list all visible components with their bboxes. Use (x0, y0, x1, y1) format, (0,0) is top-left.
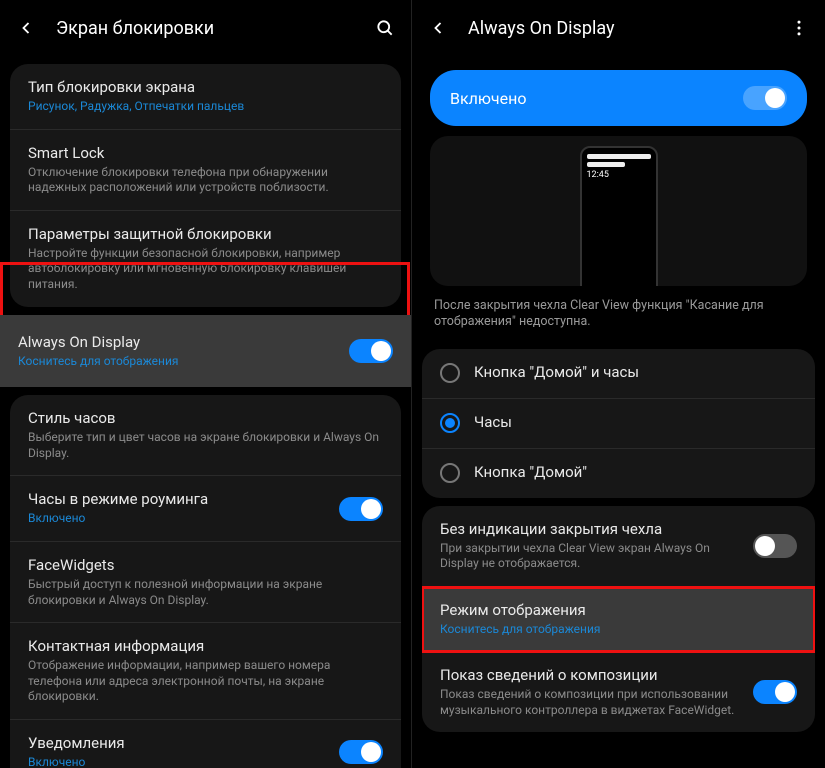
title: Режим отображения (440, 601, 797, 619)
subtitle: Включено (28, 755, 325, 768)
subtitle: Выберите тип и цвет часов на экране блок… (28, 430, 383, 461)
title: Параметры защитной блокировки (28, 225, 383, 243)
title: Уведомления (28, 734, 325, 752)
title: Always On Display (18, 333, 335, 351)
label: Часы (474, 413, 797, 431)
group-lock: Тип блокировки экрана Рисунок, Радужка, … (10, 64, 401, 307)
row-screenlocktype[interactable]: Тип блокировки экрана Рисунок, Радужка, … (10, 64, 401, 130)
radio-clock[interactable]: Часы (422, 399, 815, 449)
title: Smart Lock (28, 144, 383, 162)
back-icon[interactable] (426, 16, 450, 40)
phone-mock-icon: 12:45 (580, 146, 658, 286)
subtitle: Коснитесь для отображения (18, 354, 335, 370)
mock-time: 12:45 (587, 170, 651, 180)
subtitle: Быстрый доступ к полезной информации на … (28, 577, 383, 608)
toggle-notifications[interactable] (339, 740, 383, 764)
row-noindicator[interactable]: Без индикации закрытия чехла При закрыти… (422, 506, 815, 587)
banner-label: Включено (450, 89, 526, 108)
subtitle: Отключение блокировки телефона при обнар… (28, 165, 383, 196)
row-displaymode[interactable]: Режим отображения Коснитесь для отображе… (422, 587, 815, 653)
more-icon[interactable] (787, 16, 811, 40)
title: FaceWidgets (28, 556, 383, 574)
radio-icon (440, 363, 460, 383)
row-securelock[interactable]: Параметры защитной блокировки Настройте … (10, 211, 401, 307)
title: Часы в режиме роуминга (28, 490, 325, 508)
radio-home-clock[interactable]: Кнопка "Домой" и часы (422, 349, 815, 399)
row-aod[interactable]: Always On Display Коснитесь для отображе… (0, 315, 411, 388)
toggle-roamingclock[interactable] (339, 497, 383, 521)
title: Показ сведений о композиции (440, 666, 739, 684)
toggle-enabled[interactable] (743, 86, 787, 110)
subtitle: Коснитесь для отображения (440, 622, 797, 638)
subtitle: Рисунок, Радужка, Отпечатки пальцев (28, 99, 383, 115)
row-notifications[interactable]: Уведомления Включено (10, 720, 401, 768)
back-icon[interactable] (14, 16, 38, 40)
row-contact[interactable]: Контактная информация Отображение информ… (10, 623, 401, 720)
radio-icon (440, 463, 460, 483)
row-smartlock[interactable]: Smart Lock Отключение блокировки телефон… (10, 130, 401, 211)
search-icon[interactable] (373, 16, 397, 40)
title: Без индикации закрытия чехла (440, 520, 739, 538)
title: Стиль часов (28, 409, 383, 427)
subtitle: Показ сведений о композиции при использо… (440, 687, 739, 718)
label: Кнопка "Домой" и часы (474, 363, 797, 381)
row-musicinfo[interactable]: Показ сведений о композиции Показ сведен… (422, 652, 815, 732)
group-show-options: Кнопка "Домой" и часы Часы Кнопка "Домой… (422, 349, 815, 498)
page-title-right: Always On Display (468, 18, 615, 39)
row-facewidgets[interactable]: FaceWidgets Быстрый доступ к полезной ин… (10, 542, 401, 623)
info-note: После закрытия чехла Clear View функция … (412, 294, 825, 341)
group-settings: Без индикации закрытия чехла При закрыти… (422, 506, 815, 733)
group-clock: Стиль часов Выберите тип и цвет часов на… (10, 395, 401, 768)
enabled-banner[interactable]: Включено (430, 70, 807, 126)
title: Контактная информация (28, 637, 383, 655)
page-title-left: Экран блокировки (56, 18, 214, 39)
aod-preview: 12:45 (430, 136, 807, 286)
row-clockstyle[interactable]: Стиль часов Выберите тип и цвет часов на… (10, 395, 401, 476)
header-right: Always On Display (412, 0, 825, 56)
radio-home[interactable]: Кнопка "Домой" (422, 449, 815, 498)
subtitle: Отображение информации, например вашего … (28, 658, 383, 705)
label: Кнопка "Домой" (474, 463, 797, 481)
toggle-aod[interactable] (349, 339, 393, 363)
row-roamingclock[interactable]: Часы в режиме роуминга Включено (10, 476, 401, 542)
radio-icon (440, 413, 460, 433)
subtitle: При закрытии чехла Clear View экран Alwa… (440, 541, 739, 572)
toggle-musicinfo[interactable] (753, 680, 797, 704)
title: Тип блокировки экрана (28, 78, 383, 96)
toggle-noindicator[interactable] (753, 534, 797, 558)
subtitle: Настройте функции безопасной блокировки,… (28, 246, 383, 293)
header-left: Экран блокировки (0, 0, 411, 56)
subtitle: Включено (28, 511, 325, 527)
